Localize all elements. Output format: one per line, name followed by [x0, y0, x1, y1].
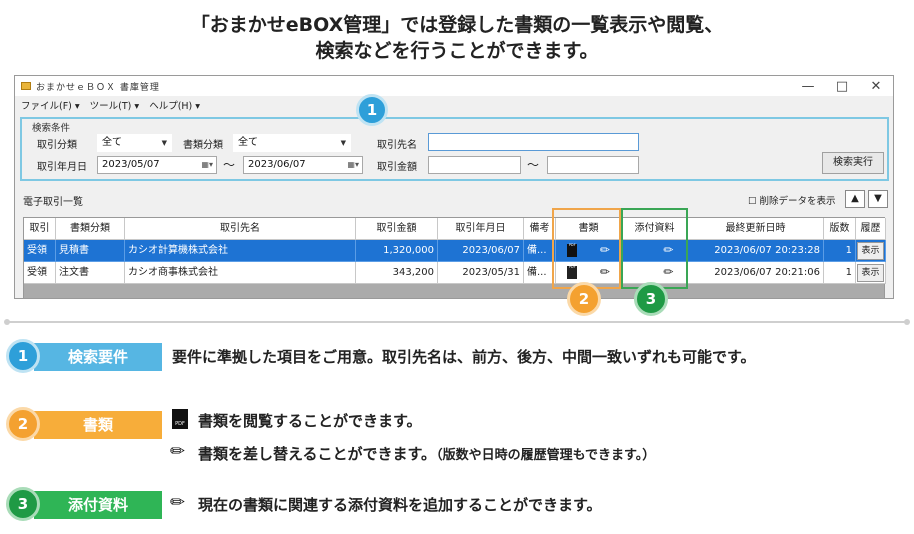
cell-date: 2023/05/31 [438, 262, 524, 284]
cell-hansu: 1 [824, 262, 856, 284]
search-panel-legend: 検索条件 [32, 123, 71, 134]
menu-tools[interactable]: ツール(T) ▾ [90, 98, 140, 112]
maximize-button[interactable]: □ [825, 79, 859, 94]
cell-saki: カシオ商事株式会社 [125, 262, 356, 284]
legend-desc-view: 書類を閲覧することができます。 [198, 412, 422, 430]
menu-bar: ファイル(F) ▾ ツール(T) ▾ ヘルプ(H) ▾ [15, 96, 893, 114]
cell-updated: 2023/06/07 20:21:06 [688, 262, 824, 284]
legend-desc-replace-note: （版数や日時の履歴管理もできます。） [436, 448, 656, 463]
table-row[interactable]: 受領 見積書 カシオ計算機株式会社 1,320,000 2023/06/07 備… [24, 240, 886, 262]
menu-help[interactable]: ヘルプ(H) ▾ [149, 98, 200, 112]
pen-icon: ✏ [170, 492, 186, 513]
col-date[interactable]: 取引年月日 [438, 218, 524, 240]
calendar-icon[interactable]: ▦▾ [201, 157, 213, 173]
kingaku-tilde: 〜 [527, 158, 540, 172]
date-to-value: 2023/06/07 [248, 159, 306, 170]
cell-updated: 2023/06/07 20:23:28 [688, 240, 824, 262]
legend-desc-search: 要件に準拠した項目をご用意。取引先名は、前方、後方、中間一致いずれも可能です。 [172, 348, 756, 366]
date-from-input[interactable]: 2023/05/07 ▦▾ [97, 156, 217, 174]
cell-saki: カシオ計算機株式会社 [125, 240, 356, 262]
legend-desc-tenpu: 現在の書類に関連する添付資料を追加することができます。 [198, 496, 602, 514]
grid-header: 取引 書類分類 取引先名 取引金額 取引年月日 備考 書類 添付資料 最終更新日… [24, 218, 886, 240]
legend-number: 2 [6, 407, 40, 441]
kingaku-label: 取引金額 [377, 162, 417, 173]
title-bar: おまかせｅＢＯＸ 書庫管理 — □ ✕ [15, 76, 893, 96]
headline-line1: 「おまかせeBOX管理」では登録した書類の一覧表示や閲覧、 [190, 14, 724, 36]
col-kingaku[interactable]: 取引金額 [356, 218, 438, 240]
legend-tag-label: 書類 [34, 411, 162, 439]
chevron-down-icon: ▼ [161, 139, 167, 147]
table-row[interactable]: 受領 注文書 カシオ商事株式会社 343,200 2023/05/31 備...… [24, 262, 886, 284]
legend-desc-replace: 書類を差し替えることができます。（版数や日時の履歴管理もできます。） [198, 443, 655, 464]
list-title: 電子取引一覧 [23, 197, 83, 208]
app-window: おまかせｅＢＯＸ 書庫管理 — □ ✕ ファイル(F) ▾ ツール(T) ▾ ヘ… [14, 75, 894, 299]
col-saki[interactable]: 取引先名 [125, 218, 356, 240]
cell-hansu: 1 [824, 240, 856, 262]
minimize-button[interactable]: — [791, 79, 825, 94]
torihiki-bunrui-value: 全て [102, 137, 122, 148]
document-grid: 取引 書類分類 取引先名 取引金額 取引年月日 備考 書類 添付資料 最終更新日… [23, 217, 886, 298]
headline: 「おまかせeBOX管理」では登録した書類の一覧表示や閲覧、 検索などを行うことが… [0, 12, 914, 64]
page: 「おまかせeBOX管理」では登録した書類の一覧表示や閲覧、 検索などを行うことが… [0, 0, 914, 534]
search-run-button[interactable]: 検索実行 [822, 152, 884, 174]
callout-badge-2: 2 [567, 282, 601, 316]
highlight-shorui-column [552, 208, 621, 289]
cell-torihiki: 受領 [24, 262, 56, 284]
col-rireki[interactable]: 履歴 [856, 218, 886, 240]
cell-bunrui: 見積書 [56, 240, 125, 262]
callout-badge-3: 3 [634, 282, 668, 316]
col-torihiki[interactable]: 取引 [24, 218, 56, 240]
torihiki-bunrui-label: 取引分類 [37, 140, 77, 151]
torihikisaki-input[interactable] [428, 133, 639, 151]
window-title: おまかせｅＢＯＸ 書庫管理 [36, 82, 160, 93]
date-to-input[interactable]: 2023/06/07 ▦▾ [243, 156, 363, 174]
cell-kingaku: 343,200 [356, 262, 438, 284]
cell-bunrui: 注文書 [56, 262, 125, 284]
calendar-icon[interactable]: ▦▾ [347, 157, 359, 173]
history-show-button[interactable]: 表示 [857, 264, 884, 282]
col-koshin[interactable]: 最終更新日時 [688, 218, 824, 240]
shorui-bunrui-select[interactable]: 全て ▼ [233, 134, 351, 152]
app-icon [21, 82, 31, 90]
pdf-icon [172, 409, 188, 429]
pen-icon: ✏ [170, 441, 186, 462]
cell-rireki: 表示 [856, 240, 886, 262]
close-button[interactable]: ✕ [859, 79, 893, 94]
legend-desc-replace-text: 書類を差し替えることができます。 [198, 445, 437, 463]
col-hansu[interactable]: 版数 [824, 218, 856, 240]
section-divider [4, 319, 910, 325]
shorui-bunrui-label: 書類分類 [183, 140, 223, 151]
chevron-down-icon: ▼ [340, 139, 346, 147]
date-label: 取引年月日 [37, 162, 87, 173]
legend-number: 3 [6, 487, 40, 521]
kingaku-to-input[interactable] [547, 156, 639, 174]
cell-date: 2023/06/07 [438, 240, 524, 262]
legend-number: 1 [6, 339, 40, 373]
show-deleted-checkbox[interactable]: ☐ 削除データを表示 [748, 193, 836, 207]
menu-file[interactable]: ファイル(F) ▾ [21, 98, 80, 112]
callout-badge-1: 1 [356, 94, 388, 126]
torihiki-bunrui-select[interactable]: 全て ▼ [97, 134, 172, 152]
highlight-tenpu-column [621, 208, 688, 289]
headline-line2: 検索などを行うことができます。 [315, 40, 599, 62]
move-down-button[interactable]: ▼ [868, 190, 888, 208]
history-show-button[interactable]: 表示 [857, 242, 884, 260]
move-up-button[interactable]: ▲ [845, 190, 865, 208]
date-tilde: 〜 [223, 158, 236, 172]
torihikisaki-label: 取引先名 [377, 140, 417, 151]
shorui-bunrui-value: 全て [238, 137, 258, 148]
legend-tag-label: 検索要件 [34, 343, 162, 371]
date-from-value: 2023/05/07 [102, 159, 160, 170]
cell-kingaku: 1,320,000 [356, 240, 438, 262]
kingaku-from-input[interactable] [428, 156, 521, 174]
cell-rireki: 表示 [856, 262, 886, 284]
legend-tag-label: 添付資料 [34, 491, 162, 519]
col-bunrui[interactable]: 書類分類 [56, 218, 125, 240]
cell-torihiki: 受領 [24, 240, 56, 262]
